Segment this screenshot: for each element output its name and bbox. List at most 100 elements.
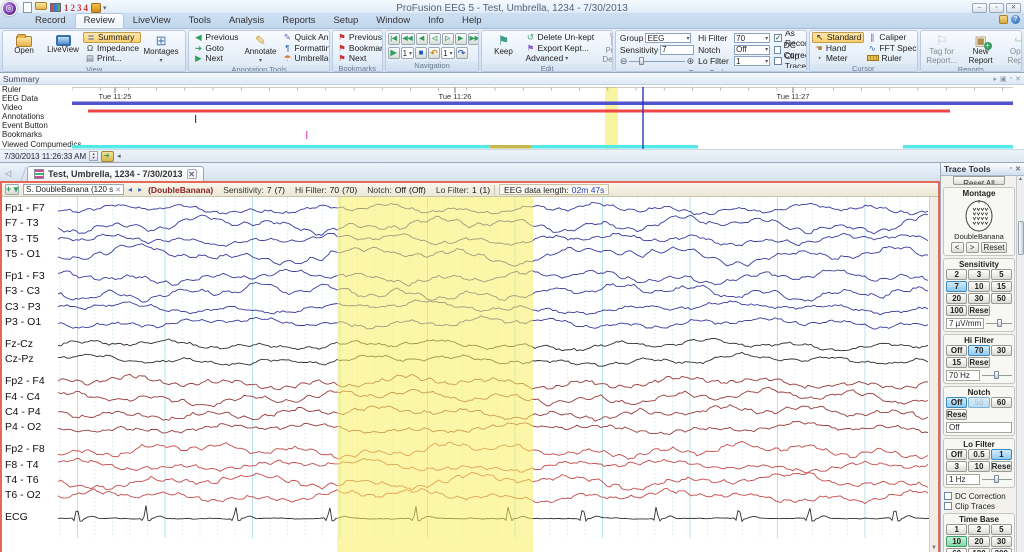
impedance-button[interactable]: Impedance <box>83 43 141 54</box>
print-button[interactable]: Print... <box>83 53 141 64</box>
clip-traces-checkbox[interactable]: Clip Traces <box>774 56 807 67</box>
lo-filter-combo[interactable]: 1▾ <box>734 56 770 66</box>
time-base-button-300[interactable]: 300 <box>991 548 1012 552</box>
lock-icon[interactable] <box>91 3 101 13</box>
hi-filter-button-30[interactable]: 30 <box>991 345 1012 356</box>
menu-tab-reports[interactable]: Reports <box>273 13 324 28</box>
next-button[interactable]: Next <box>191 53 240 64</box>
time-base-button-10[interactable]: 10 <box>946 536 967 547</box>
redo-button[interactable]: ↷ <box>456 47 468 59</box>
export-kept-button[interactable]: Export Kept... <box>523 43 596 54</box>
ruler-button[interactable]: Ruler <box>865 53 917 64</box>
dc-correction-checkbox[interactable]: DC Correction <box>944 491 1014 501</box>
sensitivity-button-20[interactable]: 20 <box>946 293 967 304</box>
minimize-button[interactable]: – <box>972 3 987 13</box>
group-combo[interactable]: EEG▾ <box>645 33 691 43</box>
summary-pin-icon[interactable]: ▫ <box>1010 75 1012 83</box>
time-base-button-5[interactable]: 5 <box>991 524 1012 535</box>
preset-1-button[interactable]: 1 <box>63 3 70 13</box>
menu-tab-help[interactable]: Help <box>453 13 491 28</box>
restore-button[interactable]: ▫ <box>989 3 1004 13</box>
delete-un-kept-button[interactable]: Delete Un-kept <box>523 32 596 43</box>
summary-dock-icon[interactable]: ▣ <box>1000 75 1007 83</box>
open-report-button[interactable]: Open Report <box>1001 32 1022 65</box>
lo-filter-button-reset[interactable]: Reset <box>991 461 1012 472</box>
advanced-button[interactable]: Advanced▾ <box>523 53 596 64</box>
app-logo-icon[interactable]: ◎ <box>2 1 17 16</box>
trace-canvas[interactable] <box>2 197 938 538</box>
menu-tab-tools[interactable]: Tools <box>180 13 220 28</box>
sensitivity-button-7[interactable]: 7 <box>946 281 967 292</box>
notch-button-50[interactable]: 50 <box>968 397 989 408</box>
panel-scroll-thumb[interactable] <box>1018 221 1024 255</box>
summary-close-icon[interactable]: ✕ <box>1015 75 1021 83</box>
dialog-launcher-icon[interactable]: ◢ <box>729 68 733 73</box>
umbrella-view-button[interactable]: Umbrella View <box>280 53 329 64</box>
hi-filter-button-70[interactable]: 70 <box>968 345 989 356</box>
next-half-page-button[interactable]: ▷ <box>442 33 454 45</box>
lo-filter-slider[interactable] <box>982 479 1012 480</box>
forward-button[interactable]: ▶▶ <box>468 33 480 45</box>
next-page-button[interactable]: ▶ <box>455 33 467 45</box>
preset-4-button[interactable]: 4 <box>83 3 90 13</box>
montage-close-icon[interactable]: ✕ <box>115 186 121 194</box>
play-button[interactable]: ▶ <box>388 47 400 59</box>
summary-arrow-icon[interactable]: ▸ <box>994 75 998 83</box>
montages-button[interactable]: Montages▾ <box>142 32 180 65</box>
quick-annotate-button[interactable]: Quick Annotate <box>280 32 329 43</box>
stop-button[interactable]: ■ <box>415 47 427 59</box>
lo-filter-button-1[interactable]: 1 <box>991 449 1012 460</box>
menu-tab-window[interactable]: Window <box>367 13 419 28</box>
time-base-button-60[interactable]: 60 <box>946 548 967 552</box>
hand-button[interactable]: Hand <box>812 43 865 54</box>
new-report-button[interactable]: New Report <box>962 32 1000 65</box>
previous-button[interactable]: Previous <box>335 32 383 43</box>
liveview-button[interactable]: LiveView <box>44 32 82 55</box>
prev-page-button[interactable]: ◀ <box>416 33 428 45</box>
menu-tab-analysis[interactable]: Analysis <box>220 13 273 28</box>
time-base-button-2[interactable]: 2 <box>968 524 989 535</box>
fft-spectrum-button[interactable]: FFT Spectrum <box>865 43 917 54</box>
meter-button[interactable]: Meter <box>812 53 865 64</box>
purge-deleted-button[interactable]: Purge Deleted <box>597 32 613 64</box>
lo-filter-button-10[interactable]: 10 <box>968 461 989 472</box>
sensitivity-button-10[interactable]: 10 <box>968 281 989 292</box>
notch-button-60[interactable]: 60 <box>991 397 1012 408</box>
formatting-button[interactable]: Formatting <box>280 43 329 54</box>
video-button[interactable]: Video▾ <box>181 32 186 63</box>
save-mini-icon[interactable] <box>999 15 1008 24</box>
repeat-count-combo[interactable]: 1▾ <box>441 47 454 59</box>
montage-reset-button[interactable]: Reset <box>981 242 1008 253</box>
menu-tab-review[interactable]: Review <box>75 13 124 28</box>
sensitivity-slider[interactable]: ⊖⊕ <box>620 56 694 66</box>
close-button[interactable]: ✕ <box>1006 3 1021 13</box>
notch-button-off[interactable]: Off <box>946 397 967 408</box>
hi-filter-slider[interactable] <box>982 375 1012 376</box>
goto-button[interactable]: Goto <box>191 43 240 54</box>
notch-button-reset[interactable]: Reset <box>946 409 967 420</box>
datetime-spinner[interactable]: ▲▼ <box>89 151 98 161</box>
sensitivity-field[interactable]: 7 <box>660 45 694 55</box>
sensitivity-button-30[interactable]: 30 <box>968 293 989 304</box>
hi-filter-combo[interactable]: 70▾ <box>734 33 770 43</box>
tab-close-icon[interactable]: ✕ <box>187 169 197 179</box>
time-base-button-1[interactable]: 1 <box>946 524 967 535</box>
slider-thumb[interactable] <box>997 319 1002 327</box>
summary-timeline[interactable]: Tue 11:25Tue 11:26Tue 11:27 <box>72 85 1013 149</box>
prev-half-page-button[interactable]: ◁ <box>429 33 441 45</box>
play-speed-combo[interactable]: 1▾ <box>401 47 414 59</box>
panel-scroll-up-icon[interactable]: ▲ <box>1018 176 1023 183</box>
summary-button[interactable]: Summary <box>83 32 141 43</box>
sensitivity-slider[interactable] <box>986 323 1012 324</box>
clip-traces-checkbox[interactable]: Clip Traces <box>944 501 1014 511</box>
preset-3-button[interactable]: 3 <box>76 3 83 13</box>
reset-all-button[interactable]: Reset All <box>953 176 1005 185</box>
caliper-button[interactable]: Caliper <box>865 32 917 43</box>
panel-scrollbar[interactable]: ▲ ▼ <box>1016 176 1024 552</box>
slider-thumb[interactable] <box>994 371 999 379</box>
lo-filter-button-off[interactable]: Off <box>946 449 967 460</box>
hi-filter-button-off[interactable]: Off <box>946 345 967 356</box>
montage-next-icon[interactable]: ▸ <box>138 185 144 194</box>
next-button[interactable]: Next <box>335 53 383 64</box>
quick-access-dropdown-icon[interactable]: ▾ <box>103 4 107 12</box>
